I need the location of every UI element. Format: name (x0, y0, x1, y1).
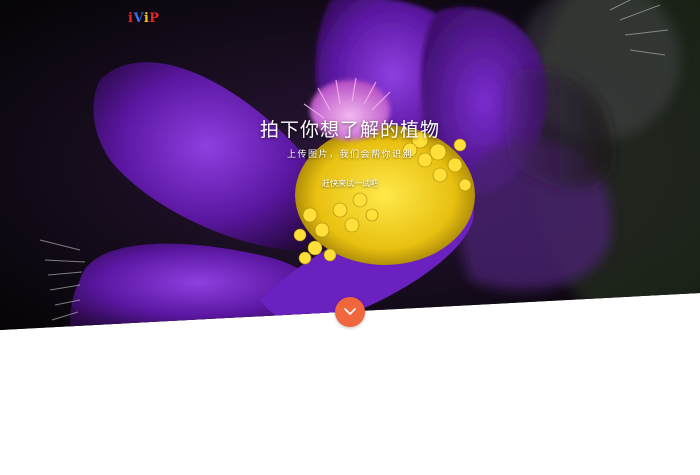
logo-letter: P (149, 11, 160, 26)
scroll-down-button[interactable] (335, 297, 365, 327)
hero-banner: iViP 拍下你想了解的植物 上传图片，我们会帮你识别 赶快来试一试吧 (0, 0, 700, 330)
chevron-down-icon (344, 308, 356, 315)
site-logo[interactable]: iViP (128, 11, 160, 27)
hero-title: 拍下你想了解的植物 (259, 119, 440, 141)
logo-letter: V (133, 11, 144, 26)
try-it-link[interactable]: 赶快来试一试吧 (300, 178, 400, 189)
hero-subtitle: 上传图片，我们会帮你识别 (286, 150, 413, 160)
flower-background-image (0, 0, 700, 330)
page: iViP 拍下你想了解的植物 上传图片，我们会帮你识别 赶快来试一试吧 (0, 0, 700, 475)
